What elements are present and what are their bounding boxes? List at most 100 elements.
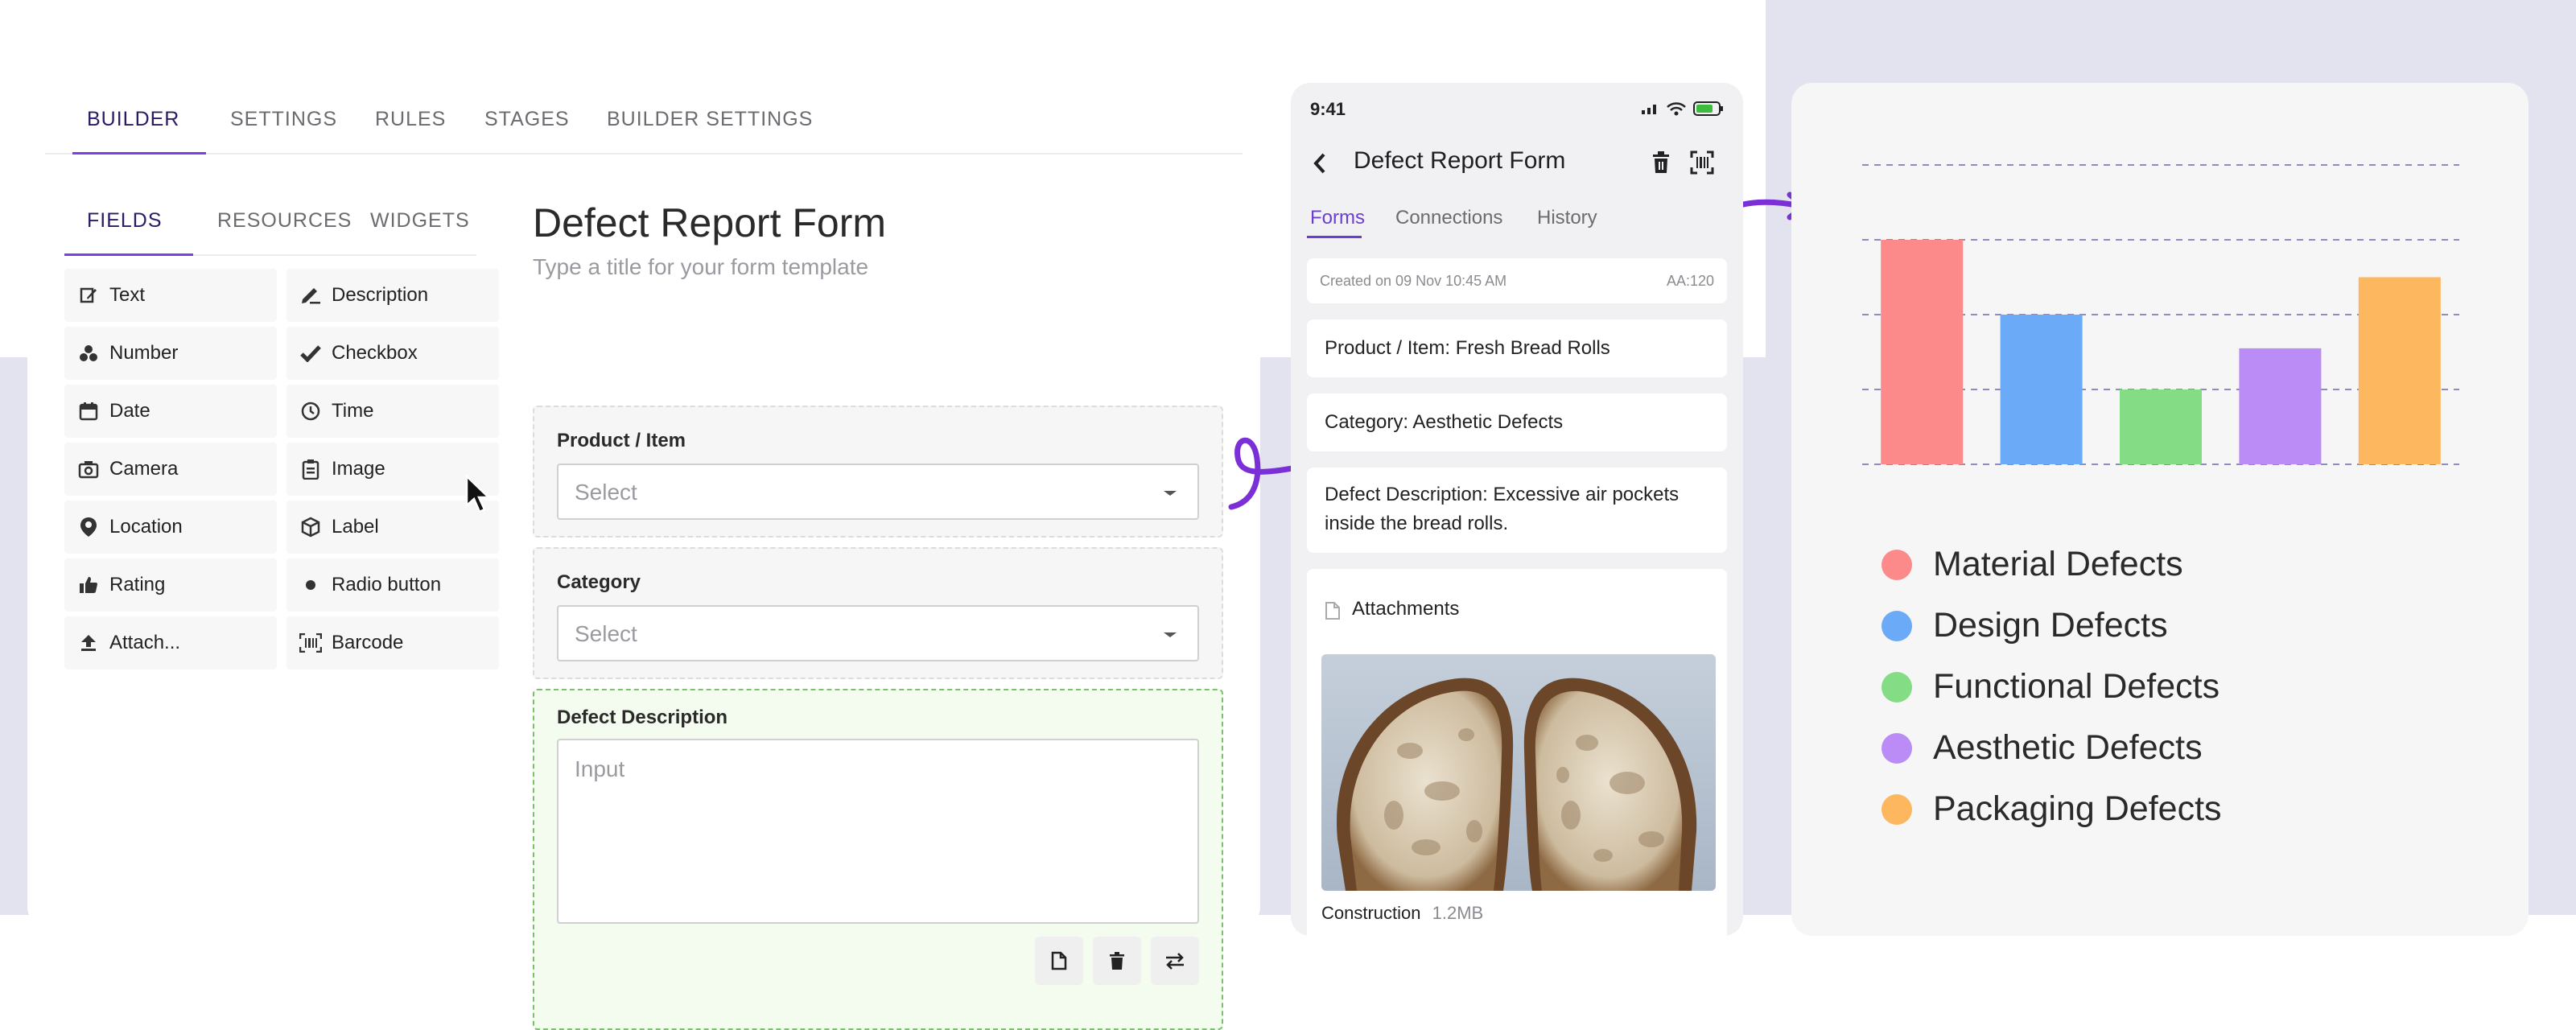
field-label: Checkbox [332,342,418,364]
tab-stages[interactable]: STAGES [484,108,570,131]
field-date[interactable]: Date [64,385,277,438]
field-label: Text [109,284,146,306]
legend-label: Packaging Defects [1933,789,2222,828]
legend-swatch [1882,671,1912,702]
category-value: Category: Aesthetic Defects [1325,411,1564,433]
legend-label: Aesthetic Defects [1933,728,2203,767]
description-field-card[interactable]: Defect Description Input [533,689,1223,1030]
bar-material-defects [1881,240,1964,464]
field-label: Location [109,516,183,538]
calendar-icon [77,402,100,421]
barcode-scan-icon[interactable] [1690,150,1714,175]
field-label: Camera [109,458,179,480]
status-time: 9:41 [1310,99,1346,119]
field-label: Image [332,458,385,480]
duplicate-button[interactable] [1035,937,1083,985]
field-radio-button[interactable]: Radio button [286,558,499,612]
barcode-icon [299,633,322,653]
field-camera[interactable]: Camera [64,443,277,496]
select-placeholder: Select [575,480,637,505]
legend-item: Packaging Defects [1882,789,2222,829]
mouse-cursor-icon [465,475,492,513]
field-text[interactable]: Text [64,269,277,322]
field-barcode[interactable]: Barcode [286,616,499,670]
legend-label: Functional Defects [1933,667,2220,706]
delete-field-button[interactable] [1093,937,1141,985]
field-label: Time [332,400,374,422]
top-nav: BUILDER SETTINGS RULES STAGES BUILDER SE… [45,87,1243,154]
radio-dot-icon [299,579,322,591]
clock-icon [299,402,322,421]
legend-swatch [1882,549,1912,580]
field-location[interactable]: Location [64,501,277,554]
attachment-filename: Construction [1321,903,1421,923]
select-placeholder: Select [575,621,637,646]
swap-field-button[interactable] [1151,937,1199,985]
legend-item: Material Defects [1882,545,2183,584]
attachments-label: Attachments [1352,598,1460,620]
bread-photo[interactable] [1321,654,1716,891]
field-label: Description [332,284,429,306]
battery-icon [1693,101,1723,116]
field-description[interactable]: Description [286,269,499,322]
tab-resources[interactable]: RESOURCES [217,209,352,233]
chevron-down-icon [1164,632,1177,637]
field-time[interactable]: Time [286,385,499,438]
product-field-card[interactable]: Product / Item Select [533,406,1223,538]
legend-swatch [1882,732,1912,764]
trash-icon[interactable] [1651,150,1671,175]
phone-tab-connections[interactable]: Connections [1395,207,1502,229]
description-card: Defect Description: Excessive air pocket… [1307,468,1727,553]
swap-arrows-icon [1166,953,1184,970]
phone-tab-forms[interactable]: Forms [1310,207,1365,229]
number-icon [77,344,100,363]
attachments-card: Attachments Construction 1.2MB [1307,569,1727,936]
description-label: Defect Description [557,707,728,728]
created-date: Created on 09 Nov 10:45 AM [1320,273,1507,289]
product-label: Product / Item [557,430,686,451]
description-textarea[interactable]: Input [557,739,1199,924]
file-icon [1051,951,1067,970]
status-icons [1640,101,1724,117]
phone-tab-history[interactable]: History [1537,207,1597,229]
product-select[interactable]: Select [557,464,1199,520]
tab-builder-settings[interactable]: BUILDER SETTINGS [607,108,813,131]
clipboard-icon [299,459,322,480]
bar-aesthetic-defects [2239,348,2322,464]
legend-item: Aesthetic Defects [1882,728,2203,768]
legend-label: Design Defects [1933,606,2168,645]
attachment-name: Construction 1.2MB [1321,899,1483,928]
field-rating[interactable]: Rating [64,558,277,612]
legend-item: Functional Defects [1882,667,2219,707]
field-attach[interactable]: Attach... [64,616,277,670]
bar-design-defects [2000,315,2083,464]
trash-icon [1110,952,1124,970]
record-code: AA:120 [1666,273,1714,289]
category-select[interactable]: Select [557,605,1199,661]
description-value: Defect Description: Excessive air pocket… [1325,484,1680,534]
legend-label: Material Defects [1933,545,2183,583]
checkmark-icon [299,344,322,362]
attachment-size: 1.2MB [1432,903,1484,923]
legend-swatch [1882,610,1912,641]
form-subtitle-input[interactable]: Type a title for your form template [533,254,868,280]
edit-icon [77,286,100,305]
tab-widgets[interactable]: WIDGETS [370,209,470,233]
field-number[interactable]: Number [64,327,277,380]
phone-form-title: Defect Report Form [1354,147,1566,174]
legend-item: Design Defects [1882,606,2168,645]
field-label: Radio button [332,574,442,595]
field-checkbox[interactable]: Checkbox [286,327,499,380]
tab-builder[interactable]: BUILDER [87,108,179,131]
chevron-down-icon [1164,491,1177,496]
phone-preview: 9:41 Defect Report Form Forms Connection… [1291,83,1743,936]
pen-icon [299,286,322,305]
form-title[interactable]: Defect Report Form [533,200,886,246]
tab-settings[interactable]: SETTINGS [230,108,337,131]
back-chevron-icon[interactable] [1312,152,1328,175]
builder-panel: BUILDER SETTINGS RULES STAGES BUILDER SE… [27,87,1260,1030]
camera-icon [77,459,100,479]
tab-fields[interactable]: FIELDS [87,209,163,233]
tab-rules[interactable]: RULES [375,108,446,131]
category-field-card[interactable]: Category Select [533,547,1223,679]
